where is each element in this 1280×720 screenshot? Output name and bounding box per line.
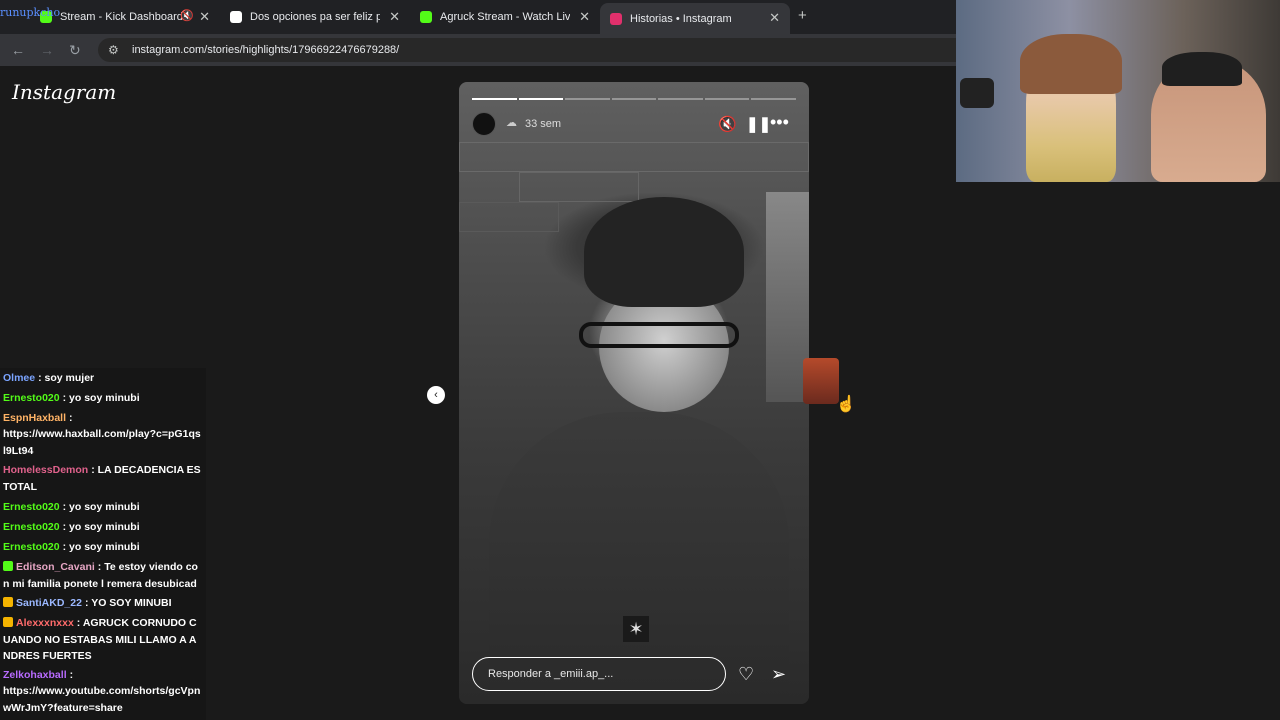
- tab-label: Agruck Stream - Watch Live or: [440, 11, 570, 23]
- watermark-icon: ✶: [623, 616, 649, 642]
- subject-glasses: [579, 322, 739, 348]
- back-icon[interactable]: ←: [11, 42, 25, 58]
- pause-icon[interactable]: ❚❚: [746, 115, 771, 133]
- chat-message: Ernesto020: yo soy minubi: [3, 519, 203, 536]
- chat-message: Olmee: soy mujer: [3, 370, 203, 387]
- progress-segment: [518, 98, 564, 100]
- url-text: instagram.com/stories/highlights/1796692…: [132, 44, 400, 56]
- send-icon[interactable]: ➢: [771, 664, 786, 685]
- close-tab-icon[interactable]: ✕: [389, 9, 400, 25]
- chat-text: yo soy minubi: [69, 541, 140, 553]
- chat-username[interactable]: Zelkohaxball: [3, 669, 67, 681]
- reply-input[interactable]: Responder a _emiii.ap_...: [472, 657, 726, 691]
- chat-username[interactable]: Ernesto020: [3, 521, 60, 533]
- forward-icon[interactable]: →: [40, 42, 54, 58]
- streamer-left-hair: [1020, 34, 1122, 94]
- chat-message: Ernesto020: yo soy minubi: [3, 539, 203, 556]
- story-photo: ✶: [459, 82, 809, 704]
- muted-speaker-icon[interactable]: 🔇: [718, 115, 737, 133]
- chat-separator: :: [69, 669, 74, 681]
- story-header: ☁ 33 sem 🔇 ❚❚ •••: [472, 112, 796, 136]
- address-bar: ← → ↻ ⚙ instagram.com/stories/highlights…: [0, 34, 956, 66]
- kick-favicon-icon: [420, 11, 432, 23]
- chat-text: yo soy minubi: [69, 521, 140, 533]
- close-tab-icon[interactable]: ✕: [579, 9, 590, 25]
- chat-badge-icon: [3, 597, 13, 607]
- chat-username[interactable]: SantiAKD_22: [16, 597, 82, 609]
- right-blank-area: [956, 182, 1280, 720]
- chat-message: EspnHaxball:: [3, 410, 203, 427]
- chat-message: Ernesto020: yo soy minubi: [3, 390, 203, 407]
- chat-message: Ernesto020: yo soy minubi: [3, 499, 203, 516]
- subject-hair: [584, 197, 744, 307]
- chat-text: yo soy minubi: [69, 501, 140, 513]
- tab-agruck-stream[interactable]: Agruck Stream - Watch Live or ✕: [410, 5, 600, 29]
- progress-segment: [751, 98, 796, 100]
- new-tab-icon[interactable]: +: [798, 7, 807, 24]
- overlay-text: runupkcho: [0, 6, 61, 19]
- streamer-right-hair: [1162, 52, 1242, 86]
- chat-text: soy mujer: [44, 372, 95, 384]
- progress-segment: [565, 98, 610, 100]
- chat-message: https://www.youtube.com/shorts/gcVpnwWrJ…: [3, 683, 203, 716]
- chat-separator: :: [69, 412, 73, 424]
- chat-badge-icon: [3, 561, 13, 571]
- tab-label: Stream - Kick Dashboard: [60, 11, 183, 23]
- chat-username[interactable]: Ernesto020: [3, 501, 60, 513]
- close-tab-icon[interactable]: ✕: [769, 10, 780, 26]
- microphone-icon: [960, 78, 994, 108]
- tab-instagram-stories[interactable]: Historias • Instagram ✕: [600, 3, 790, 34]
- tab-label: Dos opciones pa ser feliz para s: [250, 11, 380, 23]
- chat-message: Zelkohaxball:: [3, 667, 203, 684]
- chat-badge-icon: [3, 617, 13, 627]
- tab-tiktok[interactable]: Dos opciones pa ser feliz para s ✕: [220, 5, 410, 29]
- chat-message: https://www.haxball.com/play?c=pG1qsl9Lt…: [3, 426, 203, 459]
- instagram-favicon-icon: [610, 12, 622, 25]
- mute-icon[interactable]: 🔇: [180, 9, 194, 22]
- chat-message: Alexxxnxxx: AGRUCK CORNUDO CUANDO NO EST…: [3, 615, 203, 665]
- chat-text[interactable]: https://www.haxball.com/play?c=pG1qsl9Lt…: [3, 428, 201, 457]
- chat-username[interactable]: EspnHaxball: [3, 412, 66, 424]
- audience-icon: ☁: [506, 117, 517, 129]
- chat-text[interactable]: https://www.youtube.com/shorts/gcVpnwWrJ…: [3, 685, 200, 714]
- brick-wall-detail: [459, 142, 809, 172]
- tab-label: Historias • Instagram: [630, 12, 732, 25]
- progress-segment: [704, 98, 750, 100]
- chat-username[interactable]: Ernesto020: [3, 541, 60, 553]
- progress-segment: [658, 98, 703, 100]
- chat-username[interactable]: HomelessDemon: [3, 464, 88, 476]
- chat-username[interactable]: Ernesto020: [3, 392, 60, 404]
- emote-sticker: [803, 358, 839, 404]
- heart-icon[interactable]: ♡: [738, 664, 754, 685]
- chat-username[interactable]: Olmee: [3, 372, 35, 384]
- chat-text: YO SOY MINUBI: [91, 597, 172, 609]
- chat-username[interactable]: Editson_Cavani: [16, 561, 95, 573]
- story-viewer[interactable]: ✶ ☁ 33 sem 🔇 ❚❚ ••• Responder a _emiii.a…: [459, 82, 809, 704]
- progress-segment: [472, 98, 517, 100]
- close-tab-icon[interactable]: ✕: [199, 9, 210, 25]
- chat-username[interactable]: Alexxxnxxx: [16, 617, 74, 629]
- brick-wall-detail: [459, 202, 559, 232]
- mouse-cursor-icon: ☝: [836, 396, 856, 413]
- avatar[interactable]: [472, 112, 496, 136]
- url-input[interactable]: ⚙ instagram.com/stories/highlights/17966…: [98, 38, 956, 62]
- more-options-icon[interactable]: •••: [770, 112, 789, 133]
- instagram-logo[interactable]: Instagram: [12, 80, 116, 104]
- tiktok-favicon-icon: [230, 11, 242, 23]
- chat-text: yo soy minubi: [69, 392, 140, 404]
- stream-chat: Olmee: soy mujer Ernesto020: yo soy minub…: [0, 368, 206, 720]
- chat-message: SantiAKD_22: YO SOY MINUBI: [3, 595, 203, 612]
- story-timestamp: 33 sem: [525, 118, 562, 130]
- reload-icon[interactable]: ↻: [69, 42, 81, 59]
- site-info-icon[interactable]: ⚙: [108, 43, 122, 57]
- previous-story-icon[interactable]: ‹: [427, 386, 445, 404]
- progress-segment: [611, 98, 657, 100]
- brick-wall-detail: [519, 172, 639, 202]
- tab-bar: Stream - Kick Dashboard 🔇 ✕ Dos opciones…: [0, 0, 956, 34]
- webcam-overlay: [956, 0, 1280, 182]
- chat-message: HomelessDemon: LA DECADENCIA ES TOTAL: [3, 462, 203, 495]
